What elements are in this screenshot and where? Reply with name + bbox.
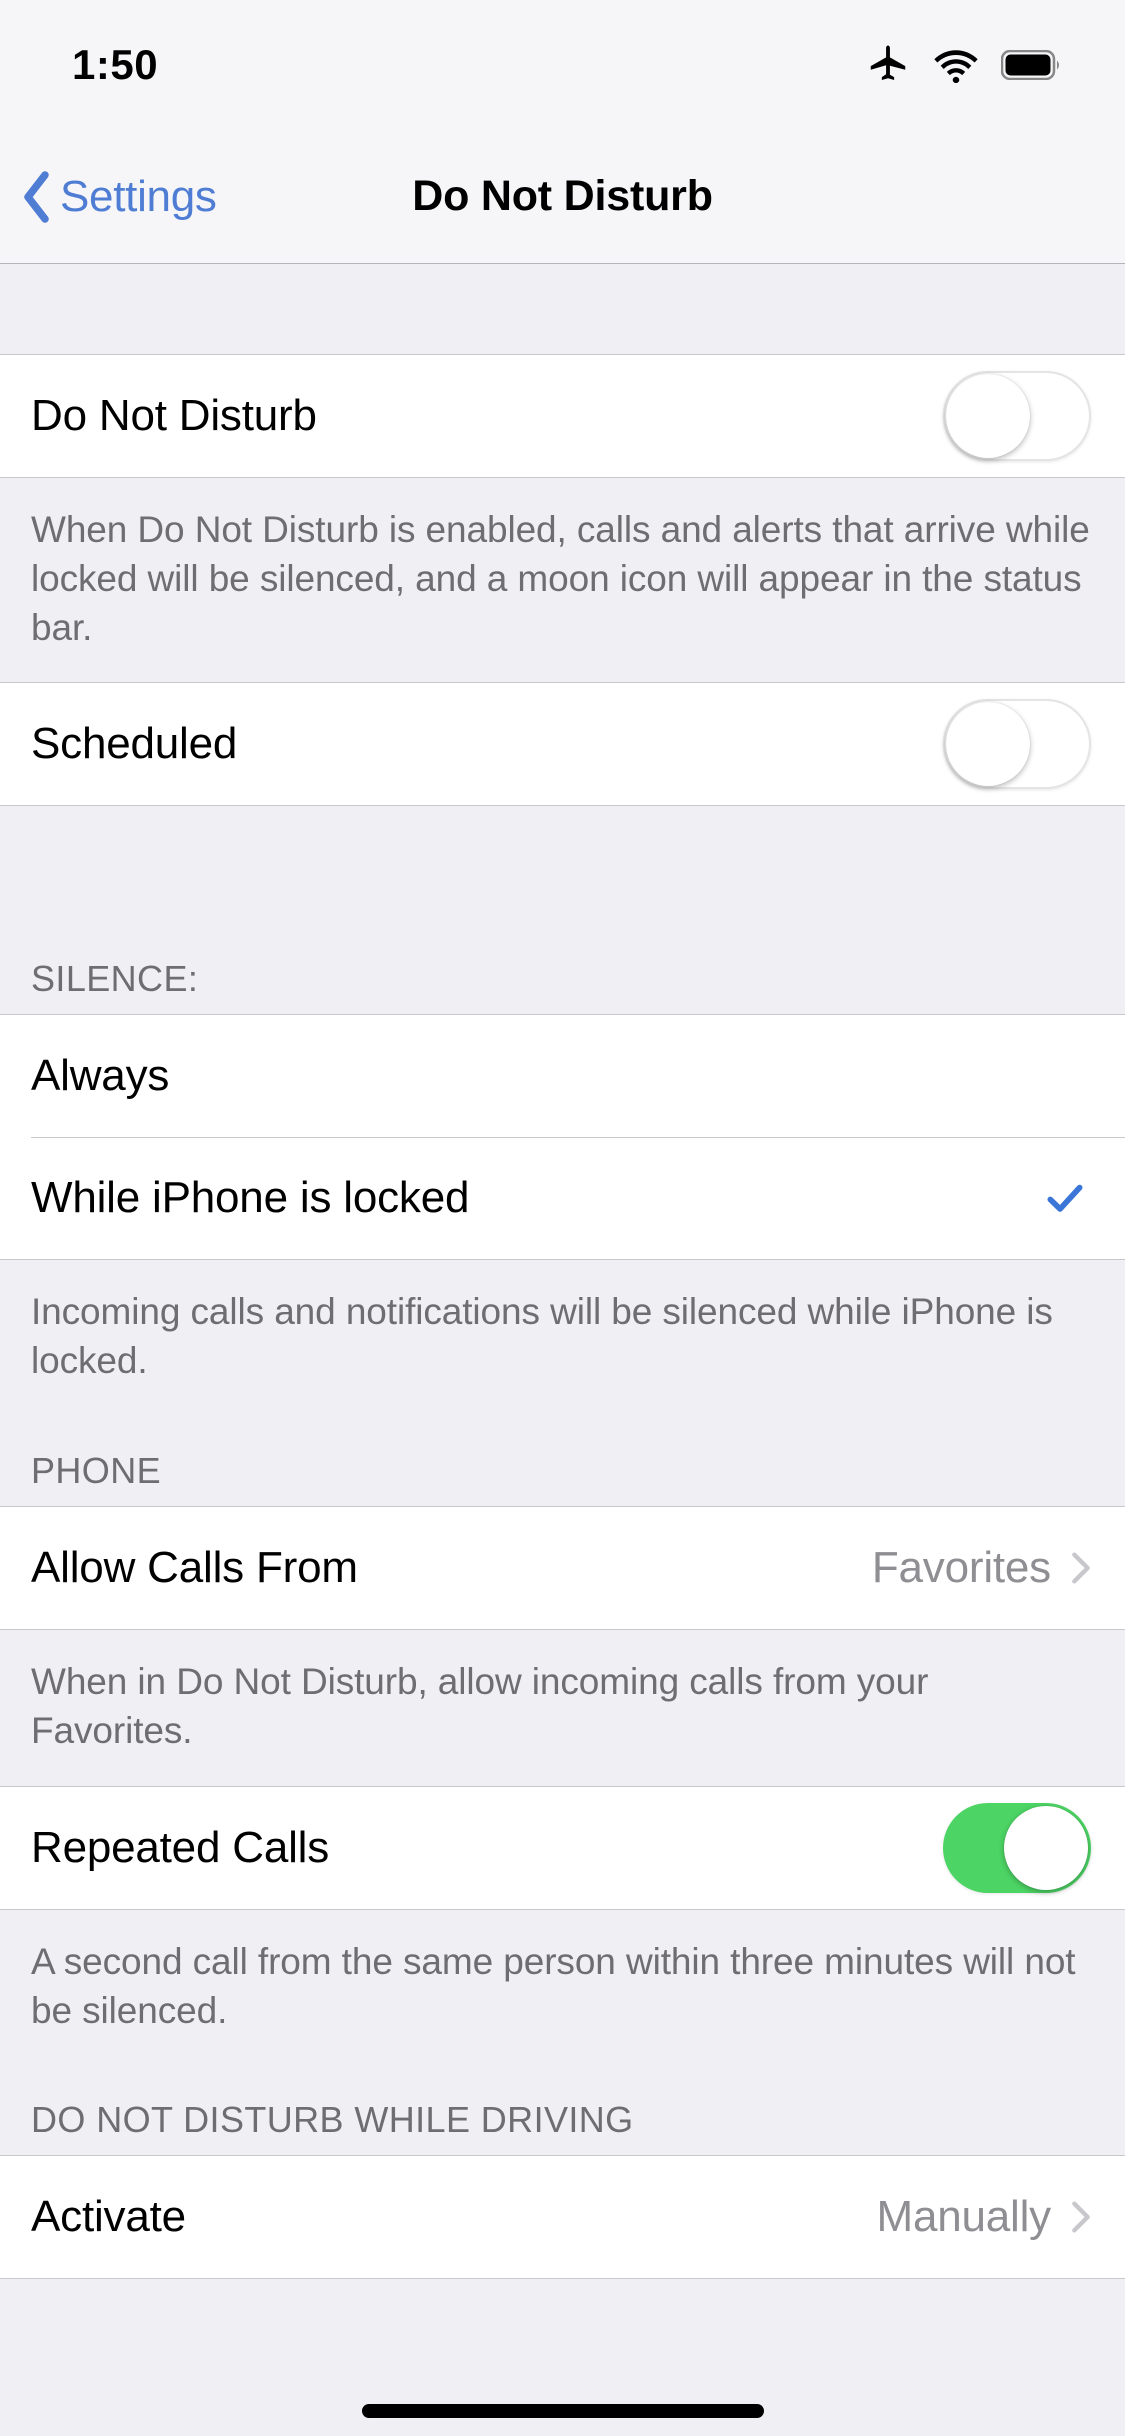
footer-allow-calls: When in Do Not Disturb, allow incoming c… <box>0 1630 1125 1786</box>
row-silence-always[interactable]: Always <box>0 1015 1125 1138</box>
row-do-not-disturb[interactable]: Do Not Disturb <box>0 355 1125 477</box>
top-spacer <box>0 264 1125 354</box>
status-icons <box>865 42 1063 88</box>
row-allow-calls-from[interactable]: Allow Calls From Favorites <box>0 1507 1125 1630</box>
battery-icon <box>1001 50 1059 80</box>
row-label-repeated-calls: Repeated Calls <box>31 1822 330 1872</box>
phone-group: Allow Calls From Favorites <box>0 1506 1125 1631</box>
wifi-icon <box>934 50 978 84</box>
toggle-knob <box>946 374 1030 458</box>
dnd-group: Do Not Disturb <box>0 354 1125 478</box>
row-activate[interactable]: Activate Manually <box>0 2156 1125 2279</box>
row-label-always: Always <box>31 1051 170 1101</box>
silence-spacer <box>0 806 1125 925</box>
silence-group: Always While iPhone is locked <box>0 1014 1125 1261</box>
section-header-driving: DO NOT DISTURB WHILE DRIVING <box>0 2065 1125 2156</box>
status-bar: 1:50 <box>0 0 1125 130</box>
row-label-do-not-disturb: Do Not Disturb <box>31 391 317 440</box>
checkmark-icon <box>1047 1185 1083 1213</box>
airplane-mode-icon <box>870 45 906 80</box>
toggle-do-not-disturb[interactable] <box>943 371 1091 461</box>
repeated-calls-group: Repeated Calls <box>0 1785 1125 1910</box>
row-repeated-calls[interactable]: Repeated Calls <box>0 1786 1125 1909</box>
chevron-right-icon <box>1072 1552 1090 1584</box>
scheduled-group: Scheduled <box>0 682 1125 807</box>
toggle-repeated-calls[interactable] <box>943 1802 1091 1893</box>
footer-repeated-calls: A second call from the same person withi… <box>0 1909 1125 2066</box>
row-scheduled[interactable]: Scheduled <box>0 683 1125 806</box>
back-button-label: Settings <box>60 171 217 221</box>
driving-group: Activate Manually <box>0 2155 1125 2280</box>
row-label-scheduled: Scheduled <box>31 719 238 769</box>
status-time: 1:50 <box>72 41 159 88</box>
toggle-knob <box>1004 1805 1088 1890</box>
footer-dnd: When Do Not Disturb is enabled, calls an… <box>0 478 1125 683</box>
row-label-while-locked: While iPhone is locked <box>31 1173 470 1223</box>
footer-silence: Incoming calls and notifications will be… <box>0 1260 1125 1417</box>
toggle-knob <box>946 702 1030 787</box>
row-value-activate: Manually <box>876 2192 1052 2242</box>
chevron-right-icon <box>1072 2201 1090 2233</box>
home-indicator[interactable] <box>361 2404 764 2418</box>
row-value-allow-calls-from: Favorites <box>871 1543 1051 1593</box>
row-label-allow-calls-from: Allow Calls From <box>31 1543 358 1593</box>
chevron-left-icon <box>24 170 49 223</box>
row-label-activate: Activate <box>31 2192 186 2242</box>
section-header-silence: SILENCE: <box>0 924 1125 1015</box>
row-silence-while-locked[interactable]: While iPhone is locked <box>0 1137 1125 1260</box>
navigation-bar: Settings Do Not Disturb <box>0 130 1125 264</box>
back-button[interactable]: Settings <box>22 170 217 223</box>
iphone-screen: 1:50 Settings Do Not Disturb Do Not Dist… <box>0 0 1125 2436</box>
section-header-phone: PHONE <box>0 1416 1125 1507</box>
toggle-scheduled[interactable] <box>943 699 1091 790</box>
